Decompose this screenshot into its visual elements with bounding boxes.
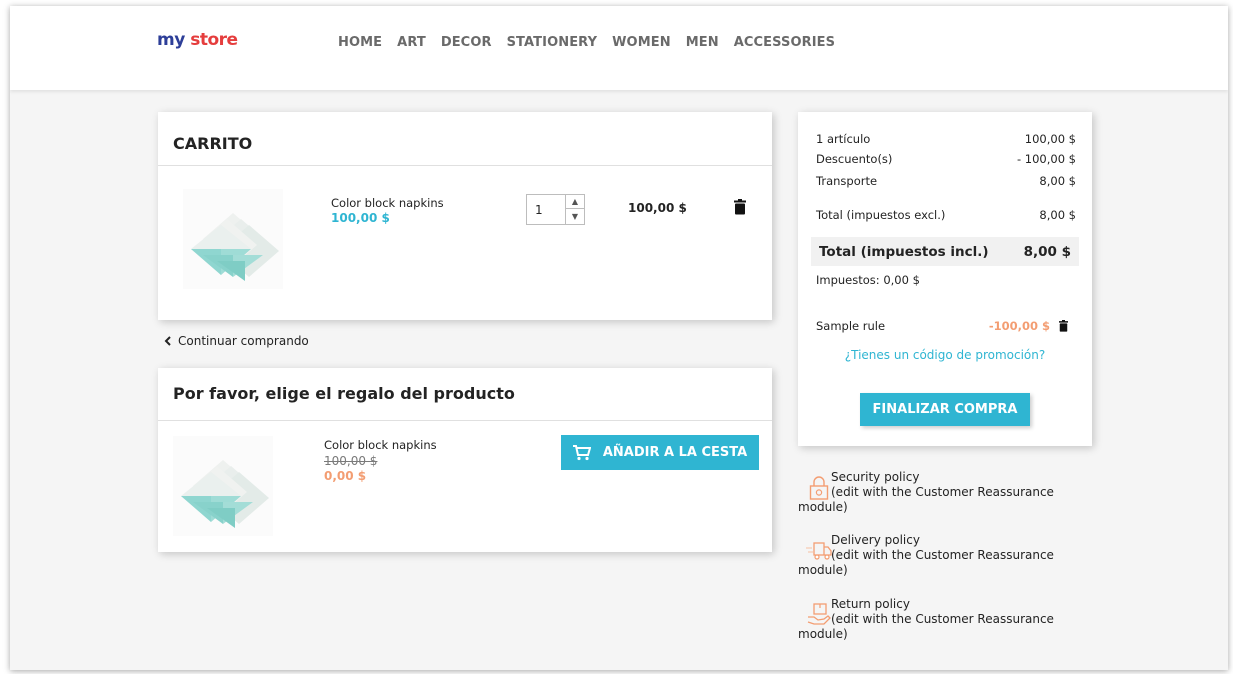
site-header: my store HOME ART DECOR STATIONERY WOMEN…	[10, 6, 1228, 90]
summary-items-label: 1 artículo	[816, 132, 871, 146]
promo-code-link[interactable]: ¿Tienes un código de promoción?	[798, 348, 1092, 362]
summary-shipping-value: 8,00 $	[1039, 174, 1076, 188]
nav-women[interactable]: WOMEN	[612, 35, 671, 50]
return-policy-note: (edit with the Customer Reassurance	[831, 612, 1054, 626]
gift-title: Por favor, elige el regalo del producto	[173, 384, 515, 403]
lock-icon	[809, 476, 829, 500]
nav-home[interactable]: HOME	[338, 35, 382, 50]
truck-icon	[806, 542, 832, 560]
summary-total-excl-row: Total (impuestos excl.) 8,00 $	[816, 208, 1076, 222]
summary-shipping-row: Transporte 8,00 $	[816, 174, 1076, 188]
reassurance-return: Return policy (edit with the Customer Re…	[798, 597, 1098, 642]
gift-product-thumbnail[interactable]	[173, 436, 273, 536]
voucher-rule-row: Sample rule -100,00 $	[816, 319, 1068, 333]
trash-icon[interactable]	[1059, 320, 1068, 332]
trash-icon[interactable]	[734, 199, 746, 215]
summary-total-incl-label: Total (impuestos incl.)	[819, 243, 989, 260]
security-policy-note-end: module)	[798, 500, 848, 514]
quantity-stepper[interactable]: ▲ ▼	[526, 194, 585, 225]
summary-total-excl-value: 8,00 $	[1039, 208, 1076, 222]
nav-stationery[interactable]: STATIONERY	[507, 35, 598, 50]
summary-shipping-label: Transporte	[816, 174, 878, 188]
return-policy-note-end: module)	[798, 627, 848, 641]
browser-frame: my store HOME ART DECOR STATIONERY WOMEN…	[10, 6, 1228, 670]
cart-product-name[interactable]: Color block napkins	[331, 196, 444, 210]
return-policy-title: Return policy	[831, 597, 910, 611]
cart-card: CARRITO Color block napkins 100,00 $ 1 ▲…	[158, 112, 772, 320]
delivery-policy-title: Delivery policy	[831, 533, 920, 547]
voucher-rule-value: -100,00 $	[988, 319, 1050, 333]
reassurance-security: Security policy (edit with the Customer …	[798, 470, 1098, 515]
store-logo[interactable]: my store	[157, 30, 238, 50]
voucher-rule-label: Sample rule	[816, 319, 886, 333]
summary-total-incl-row: Total (impuestos incl.) 8,00 $	[811, 237, 1079, 266]
summary-items-row: 1 artículo 100,00 $	[816, 132, 1076, 146]
add-to-cart-button[interactable]: AÑADIR A LA CESTA	[561, 435, 759, 470]
continue-shopping-label: Continuar comprando	[178, 334, 309, 348]
quantity-buttons: ▲ ▼	[565, 195, 584, 224]
increase-quantity-button[interactable]: ▲	[566, 195, 584, 209]
cart-product-price: 100,00 $	[331, 211, 390, 225]
continue-shopping-link[interactable]: Continuar comprando	[164, 334, 309, 348]
reassurance-delivery: Delivery policy (edit with the Customer …	[798, 533, 1098, 578]
main-nav: HOME ART DECOR STATIONERY WOMEN MEN ACCE…	[338, 35, 835, 50]
summary-discount-label: Descuento(s)	[816, 152, 893, 166]
cart-summary: 1 artículo 100,00 $ Descuento(s) - 100,0…	[798, 112, 1092, 446]
cart-title: CARRITO	[173, 134, 253, 153]
checkout-button[interactable]: FINALIZAR COMPRA	[860, 393, 1030, 426]
gift-product-name[interactable]: Color block napkins	[324, 438, 437, 452]
checkout-label: FINALIZAR COMPRA	[872, 402, 1018, 417]
summary-items-value: 100,00 $	[1024, 132, 1076, 146]
quantity-input[interactable]	[527, 195, 566, 224]
summary-discount-row: Descuento(s) - 100,00 $	[816, 152, 1076, 166]
nav-art[interactable]: ART	[397, 35, 426, 50]
divider	[158, 420, 772, 421]
chevron-left-icon	[164, 336, 171, 346]
gift-old-price: 100,00 $	[324, 454, 378, 468]
return-box-icon	[807, 603, 831, 625]
delivery-policy-note: (edit with the Customer Reassurance	[831, 548, 1054, 562]
decrease-quantity-button[interactable]: ▼	[566, 210, 584, 224]
product-thumbnail[interactable]	[183, 189, 283, 289]
nav-men[interactable]: MEN	[686, 35, 719, 50]
divider	[158, 165, 772, 166]
nav-decor[interactable]: DECOR	[441, 35, 492, 50]
gift-new-price: 0,00 $	[324, 469, 367, 483]
nav-accessories[interactable]: ACCESSORIES	[734, 35, 835, 50]
cart-icon	[572, 444, 591, 460]
cart-line-total: 100,00 $	[628, 201, 687, 215]
summary-total-incl-value: 8,00 $	[1023, 243, 1071, 260]
summary-total-excl-label: Total (impuestos excl.)	[816, 208, 946, 222]
summary-discount-value: - 100,00 $	[1016, 152, 1076, 166]
security-policy-note: (edit with the Customer Reassurance	[831, 485, 1054, 499]
summary-taxes: Impuestos: 0,00 $	[816, 273, 920, 287]
add-to-cart-label: AÑADIR A LA CESTA	[602, 445, 748, 460]
security-policy-title: Security policy	[831, 470, 920, 484]
delivery-policy-note-end: module)	[798, 563, 848, 577]
